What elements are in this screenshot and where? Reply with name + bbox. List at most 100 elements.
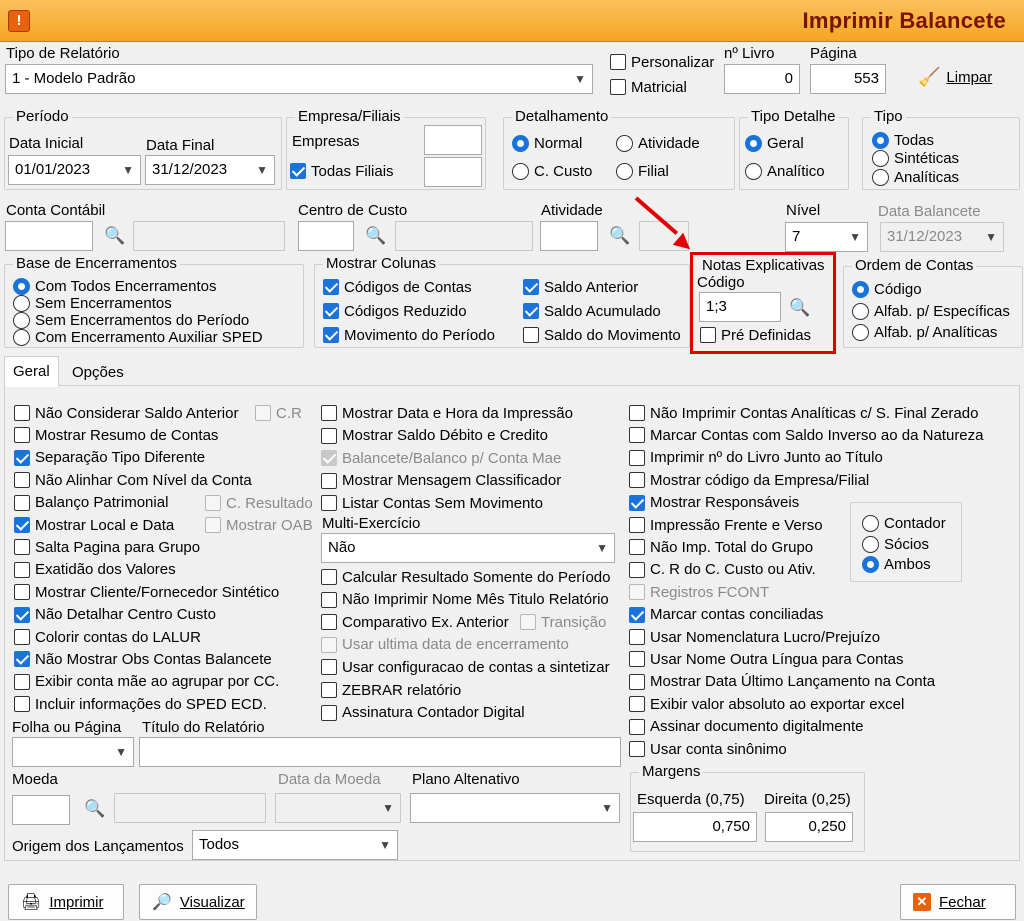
geral-option-checkbox[interactable]: Mostrar Saldo Débito e Credito [321,426,548,446]
geral-option-checkbox[interactable]: Usar Nome Outra Língua para Contas [629,649,903,669]
geral-option-checkbox[interactable]: Não Considerar Saldo Anterior [14,403,238,423]
geral-option-checkbox[interactable]: Não Alinhar Com Nível da Conta [14,470,252,490]
notas-codigo-input[interactable]: 1;3 [699,292,781,322]
data-balancete-picker: 31/12/2023 ▼ [880,222,1004,252]
empresas-input[interactable] [424,125,482,155]
fechar-button[interactable]: ✕ Fechar [900,884,1016,920]
geral-option-checkbox[interactable]: Mostrar Local e Data [14,515,174,535]
personalizar-checkbox[interactable]: Personalizar [610,52,714,72]
tipo-analiticas-radio[interactable]: Analíticas [872,167,959,187]
geral-option-checkbox[interactable]: Calcular Resultado Somente do Período [321,567,611,587]
geral-option-checkbox[interactable]: Usar conta sinônimo [629,739,787,759]
pagina-input[interactable]: 553 [810,64,886,94]
detalhamento-normal-radio[interactable]: Normal [512,133,582,153]
geral-option-checkbox[interactable]: Comparativo Ex. Anterior [321,612,509,632]
col-saldo-anterior-checkbox[interactable]: Saldo Anterior [523,277,638,297]
todas-filiais-checkbox[interactable]: Todas Filiais [290,161,394,181]
margem-direita-input[interactable]: 0,250 [765,812,853,842]
titulo-input[interactable] [139,737,621,767]
detalhamento-ccusto-radio[interactable]: C. Custo [512,161,592,181]
filiais-input[interactable] [424,157,482,187]
col-movimento-periodo-checkbox[interactable]: Movimento do Período [323,325,495,345]
imprimir-button[interactable]: 🖨 Imprimir [8,884,124,920]
visualizar-button[interactable]: 🔎 Visualizar [139,884,257,920]
geral-option-checkbox[interactable]: Assinatura Contador Digital [321,703,525,723]
tipo-detalhe-geral-radio[interactable]: Geral [745,133,804,153]
binoculars-icon[interactable]: 🔍 [609,226,630,246]
geral-option-label: Listar Contas Sem Movimento [342,494,543,512]
geral-option-checkbox[interactable]: Não Imprimir Contas Analíticas c/ S. Fin… [629,403,978,423]
report-type-select[interactable]: 1 - Modelo Padrão ▼ [5,64,593,94]
folha-select[interactable]: ▼ [12,737,134,767]
geral-option-checkbox[interactable]: Separação Tipo Diferente [14,448,205,468]
geral-option-checkbox[interactable]: Incluir informações do SPED ECD. [14,694,267,714]
tab-geral[interactable]: Geral [4,356,59,387]
binoculars-icon[interactable]: 🔍 [84,799,105,819]
conta-contabil-input[interactable] [5,221,93,251]
binoculars-icon[interactable]: 🔍 [789,298,810,318]
geral-option-checkbox[interactable]: Mostrar Mensagem Classificador [321,471,561,491]
tipo-detalhe-analitico-radio[interactable]: Analítico [745,161,825,181]
geral-option-checkbox[interactable]: Marcar Contas com Saldo Inverso ao da Na… [629,425,984,445]
detalhamento-filial-radio[interactable]: Filial [616,161,669,181]
geral-option-checkbox[interactable]: Exibir conta mãe ao agrupar por CC. [14,672,279,692]
pre-definidas-checkbox[interactable]: Pré Definidas [700,325,811,345]
geral-option-checkbox[interactable]: Não Imprimir Nome Mês Titulo Relatório [321,590,609,610]
col-codigos-reduzido-checkbox[interactable]: Códigos Reduzido [323,301,467,321]
detalhamento-atividade-radio[interactable]: Atividade [616,133,700,153]
col-saldo-movimento-checkbox[interactable]: Saldo do Movimento [523,325,681,345]
printer-icon: 🖨 [21,894,42,911]
resp-contador-radio[interactable]: Contador [862,513,946,533]
geral-option-checkbox[interactable]: Não Imp. Total do Grupo [629,537,813,557]
tab-opcoes[interactable]: Opções [64,358,132,388]
geral-option-checkbox[interactable]: Usar configuracao de contas a sintetizar [321,657,610,677]
geral-option-checkbox[interactable]: ZEBRAR relatório [321,680,461,700]
geral-option-checkbox[interactable]: Usar Nomenclatura Lucro/Prejuízo [629,627,880,647]
geral-option-checkbox[interactable]: Marcar contas conciliadas [629,605,823,625]
matricial-checkbox[interactable]: Matricial [610,77,687,97]
geral-option-checkbox[interactable]: Assinar documento digitalmente [629,717,863,737]
geral-option-label: Não Considerar Saldo Anterior [35,404,239,422]
geral-option-checkbox[interactable]: Impressão Frente e Verso [629,515,823,535]
ordem-analiticas-radio[interactable]: Alfab. p/ Analíticas [852,322,997,342]
ordem-codigo-radio[interactable]: Código [852,279,922,299]
binoculars-icon[interactable]: 🔍 [104,226,125,246]
geral-option-checkbox[interactable]: Mostrar código da Empresa/Filial [629,470,869,490]
geral-option-checkbox[interactable]: Não Mostrar Obs Contas Balancete [14,649,272,669]
geral-option-checkbox[interactable]: Exatidão dos Valores [14,560,176,580]
plano-select[interactable]: ▼ [410,793,620,823]
col-saldo-acumulado-checkbox[interactable]: Saldo Acumulado [523,301,661,321]
multi-exercicio-select[interactable]: Não ▼ [321,533,615,563]
base-sped-radio[interactable]: Com Encerramento Auxiliar SPED [13,327,263,347]
data-final-picker[interactable]: 31/12/2023 ▼ [145,155,275,185]
ordem-especificas-radio[interactable]: Alfab. p/ Específicas [852,301,1010,321]
data-inicial-picker[interactable]: 01/01/2023 ▼ [8,155,141,185]
geral-option-checkbox[interactable]: Não Detalhar Centro Custo [14,605,216,625]
geral-option-checkbox[interactable]: Mostrar Cliente/Fornecedor Sintético [14,582,279,602]
geral-option-checkbox[interactable]: Mostrar Data e Hora da Impressão [321,403,573,423]
geral-option-checkbox[interactable]: Colorir contas do LALUR [14,627,201,647]
geral-option-checkbox[interactable]: C. R do C. Custo ou Ativ. [629,560,816,580]
resp-socios-radio[interactable]: Sócios [862,534,929,554]
origem-select[interactable]: Todos ▼ [192,830,398,860]
resp-ambos-radio[interactable]: Ambos [862,554,931,574]
geral-option-checkbox[interactable]: Mostrar Resumo de Contas [14,425,218,445]
geral-option-checkbox[interactable]: Mostrar Responsáveis [629,493,799,513]
livro-input[interactable]: 0 [724,64,800,94]
centro-custo-input[interactable] [298,221,354,251]
tipo-sinteticas-radio[interactable]: Sintéticas [872,148,959,168]
geral-option-checkbox[interactable]: Salta Pagina para Grupo [14,537,200,557]
geral-option-checkbox[interactable]: Listar Contas Sem Movimento [321,493,543,513]
geral-option-checkbox[interactable]: Mostrar Data Último Lançamento na Conta [629,672,935,692]
atividade-input[interactable] [540,221,598,251]
binoculars-icon[interactable]: 🔍 [365,226,386,246]
col-codigos-contas-checkbox[interactable]: Códigos de Contas [323,277,472,297]
moeda-input[interactable] [12,795,70,825]
margem-esquerda-input[interactable]: 0,750 [633,812,757,842]
tipo-todas-radio[interactable]: Todas [872,130,934,150]
geral-option-checkbox[interactable]: Imprimir nº do Livro Junto ao Título [629,448,883,468]
limpar-button[interactable]: 🧹 Limpar [918,67,992,87]
geral-option-checkbox[interactable]: Exibir valor absoluto ao exportar excel [629,694,904,714]
nivel-select[interactable]: 7 ▼ [785,222,868,252]
geral-option-checkbox[interactable]: Balanço Patrimonial [14,493,168,513]
